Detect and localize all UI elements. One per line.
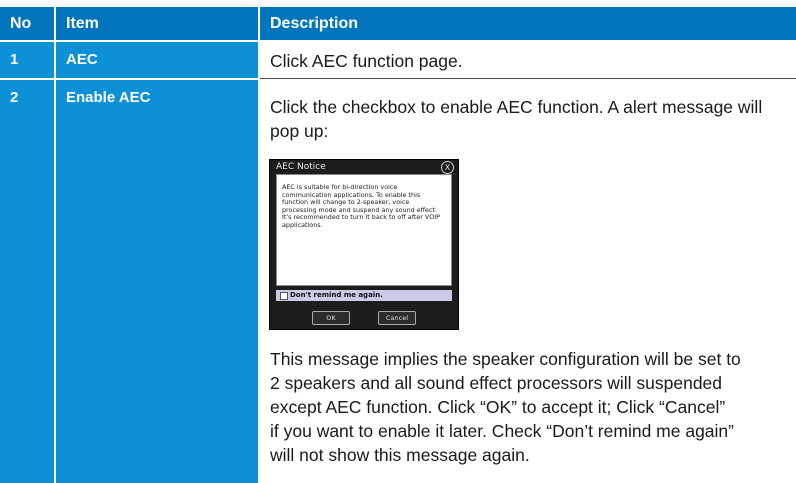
row-2-description-explanation: This message implies the speaker configu… — [270, 347, 796, 467]
remind-label: Don't remind me again. — [290, 291, 383, 299]
explanation-line: except AEC function. Click “OK” to accep… — [270, 397, 726, 417]
row-2-description-intro: Click the checkbox to enable AEC functio… — [270, 97, 763, 141]
explanation-line: will not show this message again. — [270, 445, 530, 465]
row-1-no-cell: 1 — [0, 42, 54, 78]
dialog-message-box: AEC is suitable for bi-direction voice c… — [276, 174, 452, 286]
explanation-line: 2 speakers and all sound effect processo… — [270, 373, 723, 393]
row-2-item-cell: Enable AEC — [56, 80, 258, 483]
explanation-line: This message implies the speaker configu… — [270, 349, 741, 369]
row-2-no: 2 — [10, 89, 19, 106]
explanation-line: if you want to enable it later. Check “D… — [270, 421, 734, 441]
header-no-label: No — [10, 15, 32, 32]
dialog-message: AEC is suitable for bi-direction voice c… — [282, 183, 447, 230]
row-1-item-cell: AEC — [56, 42, 258, 78]
header-item: Item — [56, 7, 258, 40]
description-table: No Item Description 1 AEC Click AEC func… — [0, 0, 796, 483]
dialog-message-line: applications. — [282, 220, 323, 229]
remind-checkbox-row[interactable]: Don't remind me again. — [276, 290, 452, 301]
row-2-item: Enable AEC — [66, 89, 151, 106]
row-2-no-cell: 2 — [0, 80, 54, 483]
header-no: No — [0, 7, 54, 40]
header-item-label: Item — [66, 15, 99, 32]
aec-notice-dialog: AEC Notice X AEC is suitable for bi-dire… — [269, 159, 459, 330]
dialog-title: AEC Notice — [276, 162, 326, 172]
header-description-label: Description — [270, 15, 359, 32]
header-description: Description — [260, 7, 796, 40]
row-1-item: AEC — [66, 51, 98, 68]
row-1-description: Click AEC function page. — [270, 51, 463, 71]
close-icon[interactable]: X — [441, 161, 454, 174]
cancel-button[interactable]: Cancel — [378, 311, 416, 325]
row-1-no: 1 — [10, 51, 19, 68]
row-1-description-cell: Click AEC function page. — [260, 42, 796, 78]
remind-checkbox[interactable] — [280, 292, 288, 300]
ok-button[interactable]: OK — [312, 311, 350, 325]
row-divider — [260, 78, 796, 79]
